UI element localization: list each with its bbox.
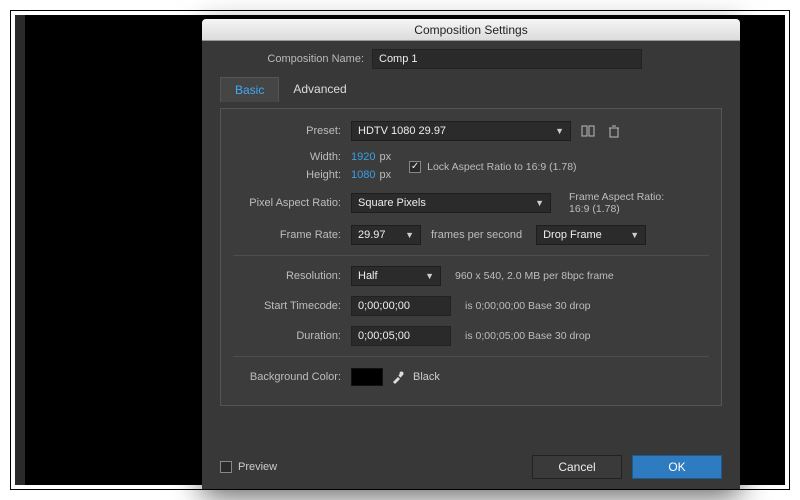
pixel-aspect-ratio-label: Pixel Aspect Ratio: [233,197,351,209]
composition-settings-dialog: Composition Settings Composition Name: C… [202,19,740,489]
width-input[interactable]: 1920 [351,151,375,163]
background-color-swatch[interactable] [351,368,383,386]
pixel-aspect-ratio-select[interactable]: Square Pixels ▼ [351,193,551,213]
dialog-title: Composition Settings [202,19,740,41]
chevron-down-icon: ▼ [535,194,544,212]
divider [233,255,709,256]
trash-icon[interactable] [605,122,623,140]
width-label: Width: [233,151,351,163]
basic-panel: Preset: HDTV 1080 29.97 ▼ [220,108,722,406]
chevron-down-icon: ▼ [555,122,564,140]
composition-name-input[interactable]: Comp 1 [372,49,642,69]
background-color-name: Black [413,371,440,383]
lock-aspect-checkbox[interactable] [409,161,421,173]
background-color-label: Background Color: [233,371,351,383]
height-unit: px [379,169,391,181]
resolution-info: 960 x 540, 2.0 MB per 8bpc frame [455,270,614,282]
chevron-down-icon: ▼ [425,267,434,285]
chevron-down-icon: ▼ [405,226,414,244]
preview-checkbox[interactable] [220,461,232,473]
preview-label: Preview [238,461,277,473]
height-label: Height: [233,169,351,181]
eyedropper-icon[interactable] [391,370,405,384]
pixel-aspect-ratio-value: Square Pixels [358,194,426,212]
drop-frame-value: Drop Frame [543,226,602,244]
preset-value: HDTV 1080 29.97 [358,122,446,140]
duration-label: Duration: [233,330,351,342]
height-input[interactable]: 1080 [351,169,375,181]
preset-label: Preset: [233,125,351,137]
duration-input[interactable]: 0;00;05;00 [351,326,451,346]
drop-frame-select[interactable]: Drop Frame ▼ [536,225,646,245]
frame-aspect-ratio-label: Frame Aspect Ratio: [569,191,664,203]
resolution-label: Resolution: [233,270,351,282]
resolution-value: Half [358,267,378,285]
save-preset-icon[interactable] [579,122,597,140]
composition-name-label: Composition Name: [220,53,372,65]
cancel-button[interactable]: Cancel [532,455,622,479]
divider [233,356,709,357]
frame-rate-value: 29.97 [358,226,386,244]
start-timecode-input[interactable]: 0;00;00;00 [351,296,451,316]
left-panel-gutter [15,15,25,485]
frame-rate-label: Frame Rate: [233,229,351,241]
resolution-select[interactable]: Half ▼ [351,266,441,286]
preset-select[interactable]: HDTV 1080 29.97 ▼ [351,121,571,141]
lock-aspect-label: Lock Aspect Ratio to 16:9 (1.78) [427,161,576,173]
ok-button[interactable]: OK [632,455,722,479]
chevron-down-icon: ▼ [630,226,639,244]
frame-aspect-ratio-value: 16:9 (1.78) [569,203,664,215]
frame-rate-select[interactable]: 29.97 ▼ [351,225,421,245]
duration-info: is 0;00;05;00 Base 30 drop [465,330,591,342]
tabs: Basic Advanced [220,77,722,102]
start-timecode-label: Start Timecode: [233,300,351,312]
start-timecode-info: is 0;00;00;00 Base 30 drop [465,300,591,312]
tab-advanced[interactable]: Advanced [279,77,360,102]
frame-rate-unit: frames per second [431,229,522,241]
width-unit: px [379,151,391,163]
tab-basic[interactable]: Basic [220,77,279,102]
